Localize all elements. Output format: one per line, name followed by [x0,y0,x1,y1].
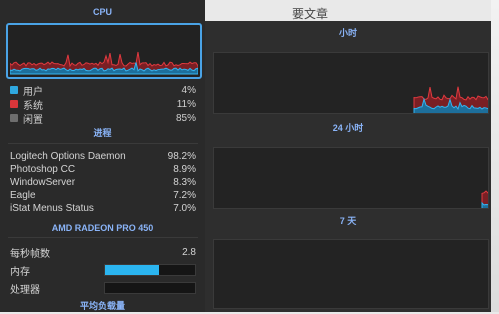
gpu-stats: 每秒帧数 2.8 内存 处理器 [10,243,196,297]
legend-user: 用户 4% [10,83,196,98]
process-name: Photoshop CC [10,164,76,175]
cpu-dropdown-panel: CPU 用户 4% 系统 11% 闲置 85% 进程 Logitech Opti… [0,0,205,312]
gpu-processor-row: 处理器 [10,279,196,297]
system-swatch-icon [10,100,18,108]
process-name: WindowServer [10,177,76,188]
gpu-memory-bar [104,264,196,276]
gpu-memory-bar-fill [105,265,159,275]
gpu-fps-value: 2.8 [182,246,196,258]
process-row[interactable]: Photoshop CC 8.9% [10,163,196,176]
window-edge [491,0,499,312]
gpu-title: AMD RADEON PRO 450 [51,223,154,233]
7d-graph-svg [214,240,489,309]
process-value: 7.0% [173,203,196,214]
process-name: iStat Menus Status [10,203,94,214]
7d-title: 7 天 [339,216,357,226]
process-value: 98.2% [167,151,196,162]
hour-title: 小时 [338,28,357,38]
legend-user-label: 用户 [23,86,43,98]
divider [8,237,198,238]
background-article-text: 要文章 [292,7,329,21]
gpu-memory-label: 内存 [10,266,30,278]
process-list: Logitech Options Daemon 98.2% Photoshop … [10,150,196,215]
24h-graph-svg [481,190,488,208]
gpu-processor-label: 处理器 [10,284,40,296]
process-row[interactable]: Eagle 7.2% [10,189,196,202]
7d-graph[interactable] [213,239,489,309]
process-name: Eagle [10,190,36,201]
legend-idle-value: 85% [175,112,196,124]
process-value: 8.3% [173,177,196,188]
gpu-fps-label: 每秒帧数 [10,248,50,260]
process-name: Logitech Options Daemon [10,151,126,162]
gpu-memory-row: 内存 [10,261,196,279]
process-row[interactable]: WindowServer 8.3% [10,176,196,189]
user-swatch-icon [10,86,18,94]
process-row[interactable]: iStat Menus Status 7.0% [10,202,196,215]
process-row[interactable]: Logitech Options Daemon 98.2% [10,150,196,163]
divider [8,143,198,144]
legend-user-value: 4% [181,84,196,96]
gpu-fps-row: 每秒帧数 2.8 [10,243,196,261]
idle-swatch-icon [10,114,18,122]
legend-idle: 闲置 85% [10,111,196,126]
24h-graph[interactable] [213,147,489,209]
legend-system-label: 系统 [23,100,43,112]
cpu-legend: 用户 4% 系统 11% 闲置 85% [10,83,196,126]
cpu-mini-graph[interactable] [6,23,202,79]
hour-graph-svg [413,86,488,113]
hour-graph[interactable] [213,52,489,114]
legend-system: 系统 11% [10,97,196,112]
24h-title: 24 小时 [332,123,364,133]
legend-idle-label: 闲置 [23,114,43,126]
processes-title: 进程 [93,128,112,138]
cpu-mini-graph-svg [10,51,198,75]
legend-system-value: 11% [176,98,196,110]
process-value: 7.2% [173,190,196,201]
cpu-title: CPU [92,7,112,17]
history-panel: 小时 24 小时 7 天 [205,21,491,312]
gpu-processor-bar [104,282,196,294]
process-value: 8.9% [173,164,196,175]
